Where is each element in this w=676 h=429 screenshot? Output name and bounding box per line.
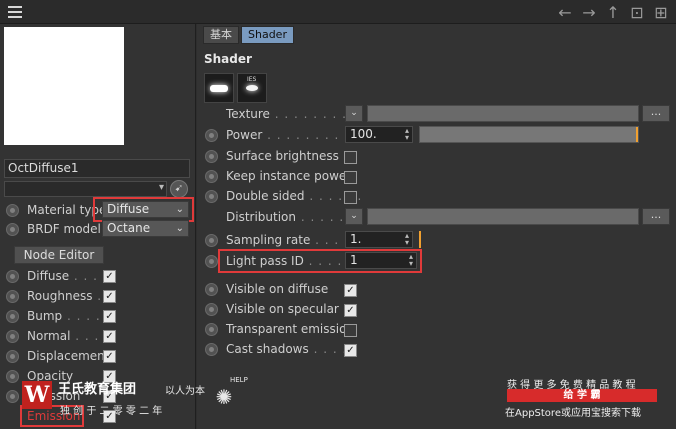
channel-label-normal: Normal . . .	[27, 329, 100, 343]
chevron-down-icon: ▾	[158, 182, 164, 193]
light-pass-id-radio[interactable]	[205, 255, 218, 268]
cast-shadows-checkbox[interactable]: ✓	[344, 344, 357, 357]
tab-bar: 基本 Shader	[203, 26, 294, 44]
cast-shadows-label: Cast shadows . . . . .	[226, 342, 357, 356]
nav-icons: ← → ↑ ⊡ ⊞	[556, 2, 670, 22]
visible-on-specular-radio[interactable]	[205, 303, 218, 316]
add-window-icon[interactable]: ⊞	[652, 2, 670, 22]
chevron-down-icon: ⌄	[175, 223, 184, 234]
opacity-radio[interactable]	[6, 370, 19, 383]
bump-radio[interactable]	[6, 310, 19, 323]
brand-subline: 独 创 于 二 零 零 二 年	[60, 406, 163, 417]
diffuse-radio[interactable]	[6, 270, 19, 283]
light-preset-thumbnail[interactable]	[204, 73, 234, 103]
shader-panel: 基本 Shader Shader IES Texture . . . . . .…	[197, 24, 676, 429]
bump-checkbox[interactable]: ✓	[103, 310, 116, 323]
texture-select[interactable]: ⌄	[345, 105, 363, 122]
section-title: Shader	[204, 52, 252, 66]
brand-motto: 以人为本	[165, 386, 205, 397]
top-toolbar: ← → ↑ ⊡ ⊞	[0, 0, 676, 24]
distribution-link-field[interactable]	[367, 208, 639, 225]
keep-instance-power-checkbox[interactable]	[344, 171, 357, 184]
arrow-left-icon[interactable]: ←	[556, 2, 574, 22]
channel-label-displacement: Displacement	[27, 349, 110, 363]
distribution-browse-button[interactable]: ...	[642, 208, 670, 225]
ies-preset-thumbnail[interactable]: IES	[237, 73, 267, 103]
power-radio[interactable]	[205, 129, 218, 142]
link-field[interactable]: ▾	[4, 181, 167, 197]
pick-icon[interactable]: ➹	[170, 180, 188, 198]
tab-shader[interactable]: Shader	[241, 26, 294, 44]
distribution-label: Distribution . . . . . .	[226, 210, 354, 224]
material-name-field[interactable]: OctDiffuse1	[4, 159, 190, 178]
material-type-radio[interactable]	[6, 204, 19, 217]
sampling-rate-label: Sampling rate . . . . .	[226, 233, 359, 247]
tab-basic[interactable]: 基本	[203, 26, 239, 44]
sampling-rate-input[interactable]: 1. ▴ ▾	[345, 231, 413, 248]
texture-label: Texture . . . . . . . . .	[226, 107, 357, 121]
transparent-emission-radio[interactable]	[205, 323, 218, 336]
brand-name: 王氏教育集团	[58, 382, 137, 397]
channel-label-bump: Bump . . . . .	[27, 309, 111, 323]
texture-link-field[interactable]	[367, 105, 639, 122]
normal-checkbox[interactable]: ✓	[103, 330, 116, 343]
keep-instance-power-label: Keep instance power	[226, 169, 352, 183]
help-swirl-icon: ✺	[215, 385, 233, 409]
keep-instance-power-radio[interactable]	[205, 170, 218, 183]
brdf-radio[interactable]	[6, 223, 19, 236]
visible-on-diffuse-label: Visible on diffuse	[226, 282, 329, 296]
brdf-select[interactable]: Octane ⌄	[102, 220, 189, 237]
displacement-radio[interactable]	[6, 350, 19, 363]
double-sided-label: Double sided . . . . . .	[226, 189, 363, 203]
surface-brightness-checkbox[interactable]	[344, 151, 357, 164]
visible-on-specular-label: Visible on specular	[226, 302, 339, 316]
channel-label-diffuse: Diffuse . . . .	[27, 269, 108, 283]
highlight-box	[93, 197, 194, 222]
highlight-box-light-pass	[218, 249, 422, 273]
lock-icon[interactable]: ⊡	[628, 2, 646, 22]
brand-logo: W	[22, 381, 52, 409]
texture-browse-button[interactable]: ...	[642, 105, 670, 122]
ies-label: IES	[247, 76, 257, 83]
visible-on-diffuse-checkbox[interactable]: ✓	[344, 284, 357, 297]
sampling-rate-radio[interactable]	[205, 234, 218, 247]
normal-radio[interactable]	[6, 330, 19, 343]
displacement-checkbox[interactable]: ✓	[103, 350, 116, 363]
brdf-label: BRDF model	[27, 222, 101, 236]
arrow-up-icon[interactable]: ↑	[604, 2, 622, 22]
transparent-emission-label: Transparent emission	[226, 322, 355, 336]
surface-brightness-radio[interactable]	[205, 150, 218, 163]
cast-shadows-radio[interactable]	[205, 343, 218, 356]
sampling-rate-slider[interactable]	[419, 231, 421, 248]
promo-badge: 给 学 霸	[507, 389, 657, 402]
node-editor-button[interactable]: Node Editor	[14, 246, 104, 264]
surface-brightness-label: Surface brightness	[226, 149, 339, 163]
promo-line-2: 在AppStore或应用宝搜索下载	[505, 408, 641, 419]
material-preview	[4, 27, 124, 145]
double-sided-checkbox[interactable]	[344, 191, 357, 204]
power-slider[interactable]	[419, 126, 639, 143]
material-panel: OctDiffuse1 ▾ ➹ Material type Diffuse ⌄ B…	[0, 24, 196, 429]
distribution-select[interactable]: ⌄	[345, 208, 363, 225]
diffuse-checkbox[interactable]: ✓	[103, 270, 116, 283]
roughness-checkbox[interactable]: ✓	[103, 290, 116, 303]
hamburger-icon[interactable]	[8, 6, 22, 18]
roughness-radio[interactable]	[6, 290, 19, 303]
help-label: HELP	[230, 376, 248, 384]
arrow-right-icon[interactable]: →	[580, 2, 598, 22]
transparent-emission-checkbox[interactable]	[344, 324, 357, 337]
channel-label-roughness: Roughness .	[27, 289, 103, 303]
brdf-value: Octane	[107, 221, 151, 235]
visible-on-specular-checkbox[interactable]: ✓	[344, 304, 357, 317]
emission-radio[interactable]	[6, 390, 19, 403]
visible-on-diffuse-radio[interactable]	[205, 283, 218, 296]
double-sided-radio[interactable]	[205, 190, 218, 203]
power-input[interactable]: 100. ▴ ▾	[345, 126, 413, 143]
power-label: Power . . . . . . . . . .	[226, 128, 359, 142]
